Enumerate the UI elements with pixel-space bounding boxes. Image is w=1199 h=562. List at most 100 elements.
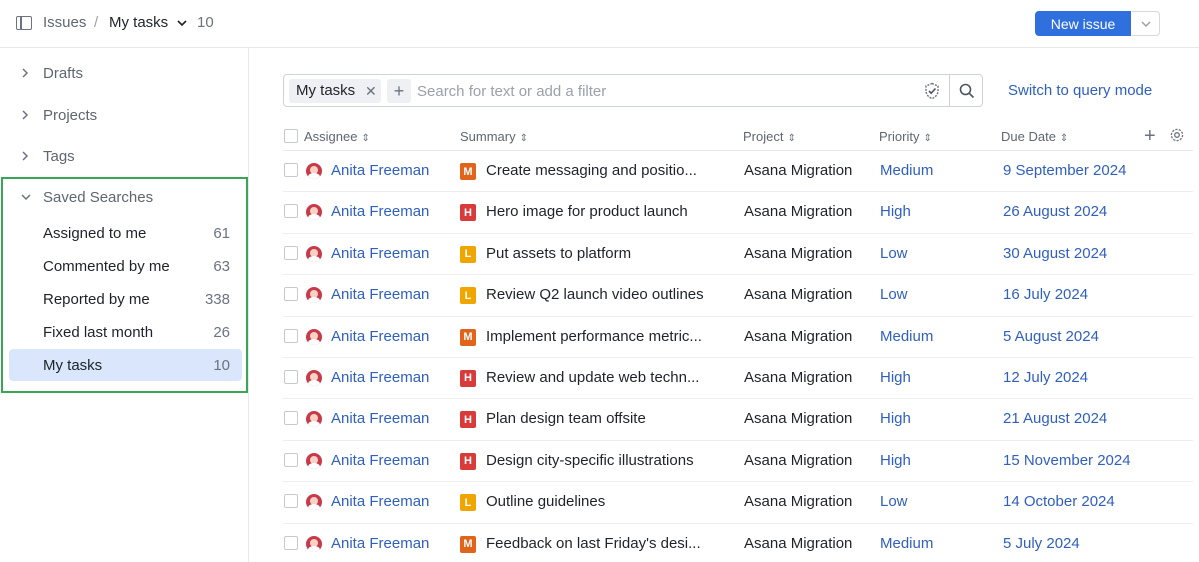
table-row[interactable]: Anita Freeman M Feedback on last Friday'… bbox=[283, 524, 1193, 562]
saved-search-assigned-to-me[interactable]: Assigned to me 61 bbox=[9, 217, 242, 249]
table-row[interactable]: Anita Freeman L Outline guidelines Asana… bbox=[283, 482, 1193, 524]
saved-search-my-tasks[interactable]: My tasks 10 bbox=[9, 349, 242, 381]
table-row[interactable]: Anita Freeman M Create messaging and pos… bbox=[283, 151, 1193, 193]
table-row[interactable]: Anita Freeman H Hero image for product l… bbox=[283, 192, 1193, 234]
switch-to-query-mode-link[interactable]: Switch to query mode bbox=[1008, 82, 1152, 99]
assignee-link[interactable]: Anita Freeman bbox=[331, 203, 429, 220]
table-row[interactable]: Anita Freeman H Plan design team offsite… bbox=[283, 399, 1193, 441]
saved-searches-header[interactable]: Saved Searches bbox=[3, 179, 246, 215]
issue-priority[interactable]: High bbox=[880, 452, 911, 469]
saved-search-fixed-last-month[interactable]: Fixed last month 26 bbox=[9, 316, 242, 348]
row-checkbox[interactable] bbox=[284, 535, 298, 550]
row-checkbox[interactable] bbox=[284, 163, 298, 177]
row-checkbox[interactable] bbox=[284, 204, 298, 219]
table-header: Assignee ⇕ Summary ⇕ Project ⇕ Priority ⇕ Du… bbox=[283, 124, 1193, 151]
issue-priority[interactable]: Low bbox=[880, 245, 908, 262]
issue-summary[interactable]: Hero image for product launch bbox=[486, 203, 716, 220]
issue-priority[interactable]: Medium bbox=[880, 162, 933, 179]
issue-priority[interactable]: Low bbox=[880, 493, 908, 510]
new-issue-dropdown-button[interactable] bbox=[1132, 11, 1160, 36]
chevron-down-icon[interactable] bbox=[175, 14, 189, 32]
avatar bbox=[306, 411, 322, 428]
issue-summary[interactable]: Review and update web techn... bbox=[486, 369, 716, 386]
issue-summary[interactable]: Plan design team offsite bbox=[486, 410, 716, 427]
assignee-link[interactable]: Anita Freeman bbox=[331, 410, 429, 427]
assignee-link[interactable]: Anita Freeman bbox=[331, 535, 429, 552]
table-row[interactable]: Anita Freeman H Design city-specific ill… bbox=[283, 441, 1193, 483]
issue-due-date[interactable]: 9 September 2024 bbox=[1003, 162, 1126, 179]
column-header-due-date[interactable]: Due Date ⇕ bbox=[1001, 129, 1068, 144]
add-filter-button[interactable]: + bbox=[387, 79, 411, 103]
issue-summary[interactable]: Design city-specific illustrations bbox=[486, 452, 716, 469]
sidebar-item-tags[interactable]: Tags bbox=[0, 140, 249, 172]
row-checkbox[interactable] bbox=[284, 245, 298, 260]
issue-due-date[interactable]: 5 July 2024 bbox=[1003, 535, 1080, 552]
assignee-link[interactable]: Anita Freeman bbox=[331, 328, 429, 345]
saved-searches-group: Saved Searches Assigned to me 61 Comment… bbox=[1, 177, 248, 393]
table-row[interactable]: Anita Freeman M Implement performance me… bbox=[283, 317, 1193, 358]
issue-project: Asana Migration bbox=[744, 286, 853, 304]
row-checkbox[interactable] bbox=[284, 411, 298, 426]
sidebar-item-drafts[interactable]: Drafts bbox=[0, 57, 249, 89]
new-issue-button[interactable]: New issue bbox=[1035, 11, 1131, 36]
issue-due-date[interactable]: 14 October 2024 bbox=[1003, 493, 1115, 510]
issue-due-date[interactable]: 21 August 2024 bbox=[1003, 410, 1107, 427]
sidebar: Drafts Projects Tags Saved Searches Assi… bbox=[0, 48, 249, 562]
issue-priority[interactable]: Medium bbox=[880, 535, 933, 552]
column-header-assignee[interactable]: Assignee ⇕ bbox=[304, 129, 370, 144]
shield-check-icon[interactable] bbox=[923, 82, 941, 100]
assignee-link[interactable]: Anita Freeman bbox=[331, 286, 429, 303]
assignee-link[interactable]: Anita Freeman bbox=[331, 369, 429, 386]
assignee-link[interactable]: Anita Freeman bbox=[331, 493, 429, 510]
issue-priority[interactable]: High bbox=[880, 203, 911, 220]
search-button[interactable] bbox=[949, 75, 983, 106]
issue-summary[interactable]: Implement performance metric... bbox=[486, 328, 716, 345]
issue-summary[interactable]: Put assets to platform bbox=[486, 245, 716, 262]
gear-icon[interactable] bbox=[1169, 127, 1185, 143]
issue-summary[interactable]: Create messaging and positio... bbox=[486, 162, 716, 179]
issue-due-date[interactable]: 5 August 2024 bbox=[1003, 328, 1099, 345]
column-header-priority[interactable]: Priority ⇕ bbox=[879, 129, 932, 144]
issue-summary[interactable]: Feedback on last Friday's desi... bbox=[486, 535, 716, 552]
sidebar-toggle-icon[interactable] bbox=[16, 16, 32, 30]
column-header-summary[interactable]: Summary ⇕ bbox=[460, 129, 528, 144]
issue-due-date[interactable]: 16 July 2024 bbox=[1003, 286, 1088, 303]
table-row[interactable]: Anita Freeman H Review and update web te… bbox=[283, 358, 1193, 400]
column-header-project[interactable]: Project ⇕ bbox=[743, 129, 796, 144]
table-row[interactable]: Anita Freeman L Review Q2 launch video o… bbox=[283, 275, 1193, 317]
row-checkbox[interactable] bbox=[284, 287, 298, 302]
saved-search-reported-by-me[interactable]: Reported by me 338 bbox=[9, 283, 242, 315]
assignee-link[interactable]: Anita Freeman bbox=[331, 452, 429, 469]
issue-priority[interactable]: High bbox=[880, 410, 911, 427]
issue-due-date[interactable]: 15 November 2024 bbox=[1003, 452, 1131, 469]
row-checkbox[interactable] bbox=[284, 494, 298, 509]
issue-due-date[interactable]: 30 August 2024 bbox=[1003, 245, 1107, 262]
row-checkbox[interactable] bbox=[284, 369, 298, 384]
issue-due-date[interactable]: 12 July 2024 bbox=[1003, 369, 1088, 386]
saved-search-commented-by-me[interactable]: Commented by me 63 bbox=[9, 250, 242, 282]
select-all-checkbox[interactable] bbox=[284, 129, 298, 143]
issue-due-date[interactable]: 26 August 2024 bbox=[1003, 203, 1107, 220]
close-icon[interactable]: ✕ bbox=[365, 83, 377, 100]
search-input[interactable] bbox=[417, 79, 917, 103]
row-checkbox[interactable] bbox=[284, 452, 298, 467]
issue-summary[interactable]: Outline guidelines bbox=[486, 493, 716, 510]
issue-priority[interactable]: Low bbox=[880, 286, 908, 303]
add-column-icon[interactable]: + bbox=[1144, 125, 1156, 148]
saved-search-count: 61 bbox=[213, 225, 230, 242]
assignee-link[interactable]: Anita Freeman bbox=[331, 245, 429, 262]
search-bar: My tasks ✕ + bbox=[283, 74, 983, 107]
sidebar-item-projects[interactable]: Projects bbox=[0, 99, 249, 131]
row-checkbox[interactable] bbox=[284, 328, 298, 343]
issue-priority[interactable]: High bbox=[880, 369, 911, 386]
assignee-link[interactable]: Anita Freeman bbox=[331, 162, 429, 179]
issue-priority[interactable]: Medium bbox=[880, 328, 933, 345]
priority-badge: H bbox=[460, 204, 476, 222]
column-header-label: Project bbox=[743, 129, 784, 144]
filter-chip[interactable]: My tasks ✕ bbox=[289, 79, 381, 103]
issue-summary[interactable]: Review Q2 launch video outlines bbox=[486, 286, 716, 303]
sort-icon: ⇕ bbox=[923, 133, 932, 144]
breadcrumb-current-view[interactable]: My tasks bbox=[109, 14, 168, 31]
breadcrumb-issues[interactable]: Issues bbox=[43, 14, 86, 31]
table-row[interactable]: Anita Freeman L Put assets to platform A… bbox=[283, 234, 1193, 276]
